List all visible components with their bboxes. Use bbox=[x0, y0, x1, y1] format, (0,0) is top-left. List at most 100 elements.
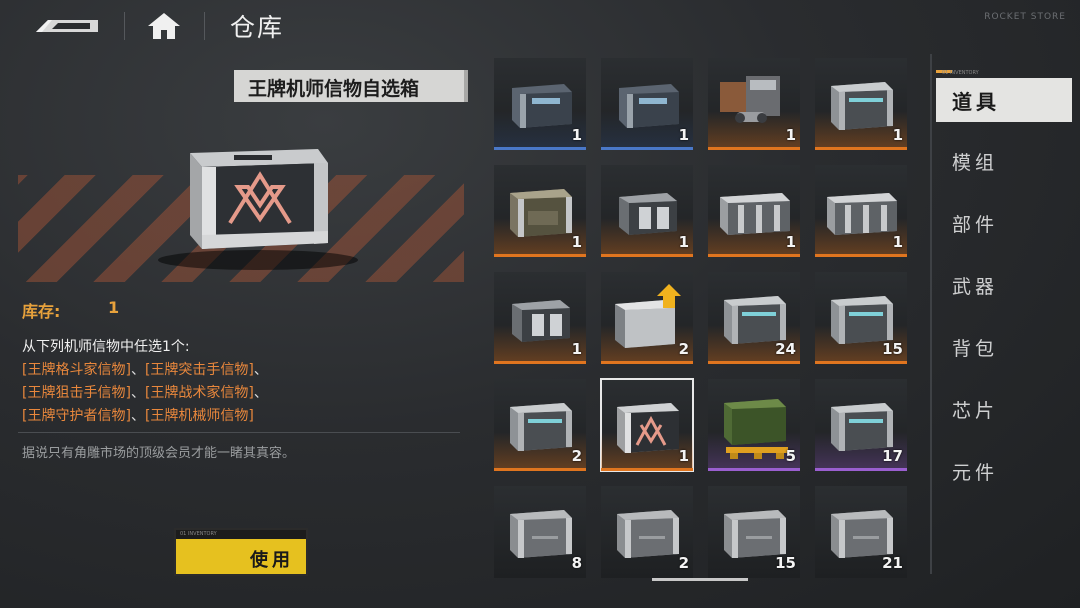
crate-long-icon bbox=[720, 193, 790, 235]
rarity-bar bbox=[494, 468, 586, 471]
use-button-strip: 01 INVENTORY bbox=[176, 530, 306, 539]
desc-options-row-1: [王牌格斗家信物]、[王牌突击手信物]、 bbox=[22, 359, 462, 382]
item-count: 1 bbox=[892, 233, 903, 251]
option-separator: 、 bbox=[130, 385, 145, 401]
rarity-bar bbox=[601, 254, 693, 257]
inventory-slot[interactable]: 1 bbox=[815, 165, 907, 257]
item-count: 15 bbox=[882, 340, 903, 358]
crate-metal-icon bbox=[831, 82, 893, 130]
use-button-label: 使用 bbox=[250, 550, 294, 571]
item-count: 1 bbox=[892, 126, 903, 144]
crate-green-pallet-icon bbox=[724, 399, 788, 459]
option-tactician: [王牌战术家信物] bbox=[144, 385, 254, 401]
option-guardian: [王牌守护者信物] bbox=[22, 408, 131, 424]
item-count: 1 bbox=[571, 233, 582, 251]
option-separator: 、 bbox=[253, 385, 268, 401]
crate-dark-icon bbox=[619, 84, 679, 128]
item-count: 1 bbox=[678, 126, 689, 144]
option-sniper: [王牌狙击手信物] bbox=[22, 385, 131, 401]
rarity-bar bbox=[601, 147, 693, 150]
option-brawler: [王牌格斗家信物] bbox=[22, 362, 131, 378]
divider bbox=[124, 12, 125, 40]
inventory-slot[interactable]: 2 bbox=[601, 272, 693, 364]
category-tab-items[interactable]: 01 INVENTORY 道具 bbox=[936, 70, 1072, 122]
item-count: 17 bbox=[882, 447, 903, 465]
crate-dark-icon bbox=[512, 84, 572, 128]
stock-row: 库存: 1 bbox=[22, 298, 119, 322]
crate-grey-icon bbox=[617, 510, 679, 558]
flavor-text: 据说只有角雕市场的顶级会员才能一睹其真容。 bbox=[22, 446, 296, 461]
crate-tech-icon bbox=[619, 193, 677, 235]
inventory-slot[interactable]: 1 bbox=[600, 378, 694, 472]
crate-camo-icon bbox=[510, 189, 572, 237]
category-tab-label: 道具 bbox=[952, 90, 1000, 114]
category-tab-weapons[interactable]: 武器 bbox=[952, 272, 998, 299]
inventory-slot[interactable]: 2 bbox=[601, 486, 693, 578]
home-icon[interactable] bbox=[146, 10, 182, 42]
inventory-slot[interactable]: 1 bbox=[708, 58, 800, 150]
rarity-bar bbox=[815, 361, 907, 364]
category-tab-backpacks[interactable]: 背包 bbox=[952, 334, 998, 361]
item-name-box: 王牌机师信物自选箱 bbox=[234, 70, 468, 102]
inventory-slot[interactable]: 1 bbox=[708, 165, 800, 257]
inventory-slot[interactable]: 1 bbox=[494, 272, 586, 364]
rarity-bar bbox=[601, 468, 693, 471]
item-count: 8 bbox=[571, 554, 582, 572]
inventory-slot[interactable]: 24 bbox=[708, 272, 800, 364]
inventory-slot[interactable]: 1 bbox=[494, 165, 586, 257]
item-count: 1 bbox=[785, 233, 796, 251]
rarity-bar bbox=[494, 147, 586, 150]
inventory-slot[interactable]: 5 bbox=[708, 379, 800, 471]
inventory-slot[interactable]: 1 bbox=[494, 58, 586, 150]
inventory-slot[interactable]: 1 bbox=[601, 165, 693, 257]
crate-upgrade-icon bbox=[615, 284, 681, 348]
inventory-slot[interactable]: 1 bbox=[815, 58, 907, 150]
inventory-slot[interactable]: 21 bbox=[815, 486, 907, 578]
watermark: ROCKET STORE bbox=[984, 12, 1066, 22]
inventory-slot[interactable]: 17 bbox=[815, 379, 907, 471]
minigun-icon bbox=[720, 76, 780, 123]
item-preview bbox=[18, 115, 464, 282]
category-divider bbox=[930, 54, 932, 574]
stock-label: 库存: bbox=[22, 302, 61, 321]
page-title: 仓库 bbox=[230, 13, 285, 42]
item-count: 1 bbox=[678, 447, 689, 465]
crate-ace-icon bbox=[617, 403, 679, 453]
use-button[interactable]: 01 INVENTORY 使用 bbox=[174, 528, 308, 576]
ace-crate-icon bbox=[190, 149, 328, 249]
item-count: 2 bbox=[571, 447, 582, 465]
item-count: 1 bbox=[571, 126, 582, 144]
crate-grey-icon bbox=[510, 510, 572, 558]
back-arrow-icon[interactable] bbox=[34, 12, 106, 38]
category-tab-chips[interactable]: 芯片 bbox=[952, 396, 998, 423]
inventory-slot[interactable]: 8 bbox=[494, 486, 586, 578]
inventory-slot[interactable]: 15 bbox=[815, 272, 907, 364]
desc-options-row-3: [王牌守护者信物]、[王牌机械师信物] bbox=[22, 405, 462, 428]
category-tab-parts[interactable]: 部件 bbox=[952, 210, 998, 237]
item-count: 2 bbox=[678, 340, 689, 358]
crate-long-icon bbox=[827, 193, 897, 235]
option-assault: [王牌突击手信物] bbox=[144, 362, 254, 378]
rarity-bar bbox=[708, 361, 800, 364]
divider bbox=[204, 12, 205, 40]
description-divider bbox=[18, 432, 460, 433]
item-count: 5 bbox=[785, 447, 796, 465]
inventory-slot[interactable]: 15 bbox=[708, 486, 800, 578]
rarity-bar bbox=[815, 468, 907, 471]
item-count: 1 bbox=[785, 126, 796, 144]
grid-scroll-indicator[interactable] bbox=[652, 578, 748, 581]
option-separator: 、 bbox=[130, 408, 145, 424]
option-separator: 、 bbox=[130, 362, 145, 378]
item-count: 2 bbox=[678, 554, 689, 572]
item-count: 1 bbox=[571, 340, 582, 358]
stock-value: 1 bbox=[108, 298, 120, 317]
category-tab-modules[interactable]: 模组 bbox=[952, 148, 998, 175]
inventory-slot[interactable]: 2 bbox=[494, 379, 586, 471]
rarity-bar bbox=[494, 254, 586, 257]
item-count: 24 bbox=[775, 340, 796, 358]
top-bar: 仓库 ROCKET STORE bbox=[0, 0, 1080, 52]
rarity-bar bbox=[494, 361, 586, 364]
rarity-bar bbox=[815, 147, 907, 150]
inventory-slot[interactable]: 1 bbox=[601, 58, 693, 150]
category-tab-components[interactable]: 元件 bbox=[952, 458, 998, 485]
